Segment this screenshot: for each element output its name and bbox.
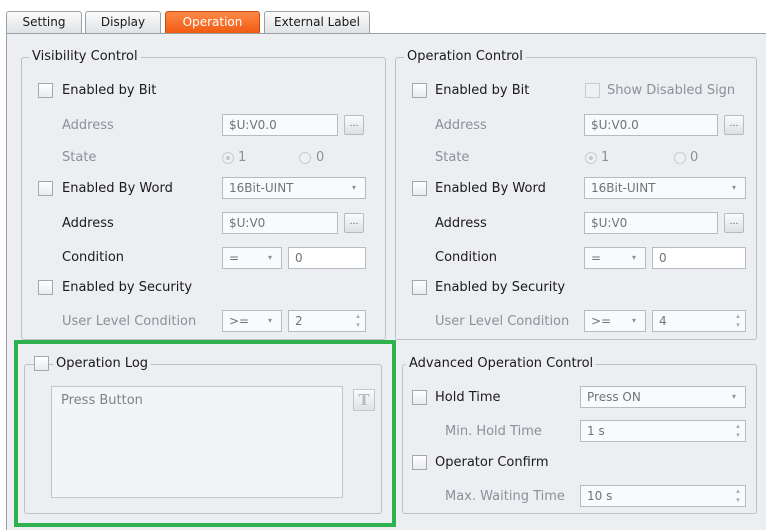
operation-word-address-browse-button[interactable]: … <box>724 213 744 233</box>
visibility-word-address-label: Address <box>62 216 114 231</box>
tab-setting[interactable]: Setting <box>6 11 82 33</box>
operation-word-type-value: 16Bit-UINT <box>591 181 656 195</box>
min-hold-time-stepper[interactable]: 1 s ▴ ▾ <box>580 420 746 442</box>
highlight-box <box>14 340 396 527</box>
max-waiting-time-stepper[interactable]: 10 s ▴ ▾ <box>580 485 746 507</box>
operation-enabled-by-word-label: Enabled By Word <box>435 181 546 196</box>
tab-operation[interactable]: Operation <box>165 11 260 33</box>
visibility-word-address-input[interactable]: $U:V0 <box>222 212 338 234</box>
min-hold-time-label: Min. Hold Time <box>445 424 542 439</box>
visibility-condition-label: Condition <box>62 250 125 265</box>
operation-condition-value-input[interactable]: 0 <box>652 247 746 269</box>
advanced-operation-control-title: Advanced Operation Control <box>406 356 597 372</box>
operation-user-level-operator-value: >= <box>591 314 612 328</box>
operation-address-label: Address <box>435 118 487 133</box>
visibility-enabled-by-word-label: Enabled By Word <box>62 181 173 196</box>
visibility-user-level-operator-value: >= <box>229 314 250 328</box>
visibility-enabled-by-word-checkbox[interactable] <box>38 181 53 196</box>
operation-user-level-label: User Level Condition <box>435 314 570 329</box>
operation-condition-operator-select[interactable]: = ▾ <box>584 247 646 269</box>
hold-mode-select[interactable]: Press ON ▾ <box>580 386 746 408</box>
visibility-user-level-label: User Level Condition <box>62 314 197 329</box>
spinner-arrows-icon: ▴ ▾ <box>356 312 360 329</box>
chevron-down-icon: ▾ <box>632 316 637 325</box>
visibility-condition-value-input[interactable]: 0 <box>288 247 366 269</box>
operation-enabled-by-bit-checkbox[interactable] <box>412 83 427 98</box>
spinner-arrows-icon: ▴ ▾ <box>736 422 740 439</box>
chevron-down-icon: ▾ <box>268 316 273 325</box>
spinner-arrows-icon: ▴ ▾ <box>736 312 740 329</box>
visibility-word-address-browse-button[interactable]: … <box>344 213 364 233</box>
operation-condition-label: Condition <box>435 250 498 265</box>
visibility-state-radio-1-label: 1 <box>238 150 247 165</box>
operation-enabled-by-bit-label: Enabled by Bit <box>435 83 530 98</box>
min-hold-time-value: 1 s <box>587 424 605 438</box>
max-waiting-time-value: 10 s <box>587 489 613 503</box>
chevron-down-icon: ▾ <box>632 253 637 262</box>
hold-time-checkbox[interactable] <box>412 390 427 405</box>
visibility-condition-operator-value: = <box>229 251 240 265</box>
visibility-user-level-operator-select[interactable]: >= ▾ <box>222 310 282 332</box>
visibility-state-label: State <box>62 150 97 165</box>
operation-state-radio-0-label: 0 <box>690 150 699 165</box>
operation-condition-operator-value: = <box>591 251 602 265</box>
visibility-state-radio-0-label: 0 <box>316 150 325 165</box>
operation-enabled-by-word-checkbox[interactable] <box>412 181 427 196</box>
visibility-address-browse-button[interactable]: … <box>344 115 364 135</box>
visibility-condition-operator-select[interactable]: = ▾ <box>222 247 282 269</box>
operation-enabled-by-security-checkbox[interactable] <box>412 280 427 295</box>
show-disabled-sign-checkbox[interactable] <box>585 83 600 98</box>
operation-word-address-label: Address <box>435 216 487 231</box>
visibility-state-radio-1[interactable] <box>222 152 234 164</box>
visibility-word-type-value: 16Bit-UINT <box>229 181 294 195</box>
chevron-down-icon: ▾ <box>268 253 273 262</box>
operation-state-radio-1-label: 1 <box>601 150 610 165</box>
tab-external-label[interactable]: External Label <box>264 11 370 33</box>
operation-state-radio-0[interactable] <box>674 152 686 164</box>
operator-confirm-checkbox[interactable] <box>412 455 427 470</box>
operation-state-label: State <box>435 150 470 165</box>
visibility-enabled-by-security-checkbox[interactable] <box>38 280 53 295</box>
visibility-enabled-by-security-label: Enabled by Security <box>62 280 193 295</box>
visibility-enabled-by-bit-label: Enabled by Bit <box>62 83 157 98</box>
max-waiting-time-label: Max. Waiting Time <box>445 489 565 504</box>
spinner-arrows-icon: ▴ ▾ <box>736 487 740 504</box>
chevron-down-icon: ▾ <box>732 392 737 401</box>
visibility-user-level-value: 2 <box>295 314 303 328</box>
operator-confirm-label: Operator Confirm <box>435 455 549 470</box>
visibility-address-input[interactable]: $U:V0.0 <box>222 114 338 136</box>
tab-display[interactable]: Display <box>85 11 161 33</box>
operation-state-radio-1[interactable] <box>585 152 597 164</box>
visibility-enabled-by-bit-checkbox[interactable] <box>38 83 53 98</box>
hold-time-label: Hold Time <box>435 390 501 405</box>
show-disabled-sign-label: Show Disabled Sign <box>607 83 736 98</box>
visibility-word-type-select[interactable]: 16Bit-UINT ▾ <box>222 177 366 199</box>
visibility-control-title: Visibility Control <box>29 49 141 65</box>
operation-user-level-operator-select[interactable]: >= ▾ <box>584 310 646 332</box>
operation-user-level-value-stepper[interactable]: 4 ▴ ▾ <box>652 310 746 332</box>
operation-address-input[interactable]: $U:V0.0 <box>584 114 718 136</box>
chevron-down-icon: ▾ <box>352 183 357 192</box>
operation-user-level-value: 4 <box>659 314 667 328</box>
operation-enabled-by-security-label: Enabled by Security <box>435 280 566 295</box>
visibility-state-radio-0[interactable] <box>299 152 311 164</box>
hold-mode-value: Press ON <box>587 390 641 404</box>
operation-control-title: Operation Control <box>404 49 526 65</box>
chevron-down-icon: ▾ <box>732 183 737 192</box>
visibility-user-level-value-stepper[interactable]: 2 ▴ ▾ <box>288 310 366 332</box>
visibility-address-label: Address <box>62 118 114 133</box>
operation-word-address-input[interactable]: $U:V0 <box>584 212 718 234</box>
operation-address-browse-button[interactable]: … <box>724 115 744 135</box>
operation-word-type-select[interactable]: 16Bit-UINT ▾ <box>584 177 746 199</box>
